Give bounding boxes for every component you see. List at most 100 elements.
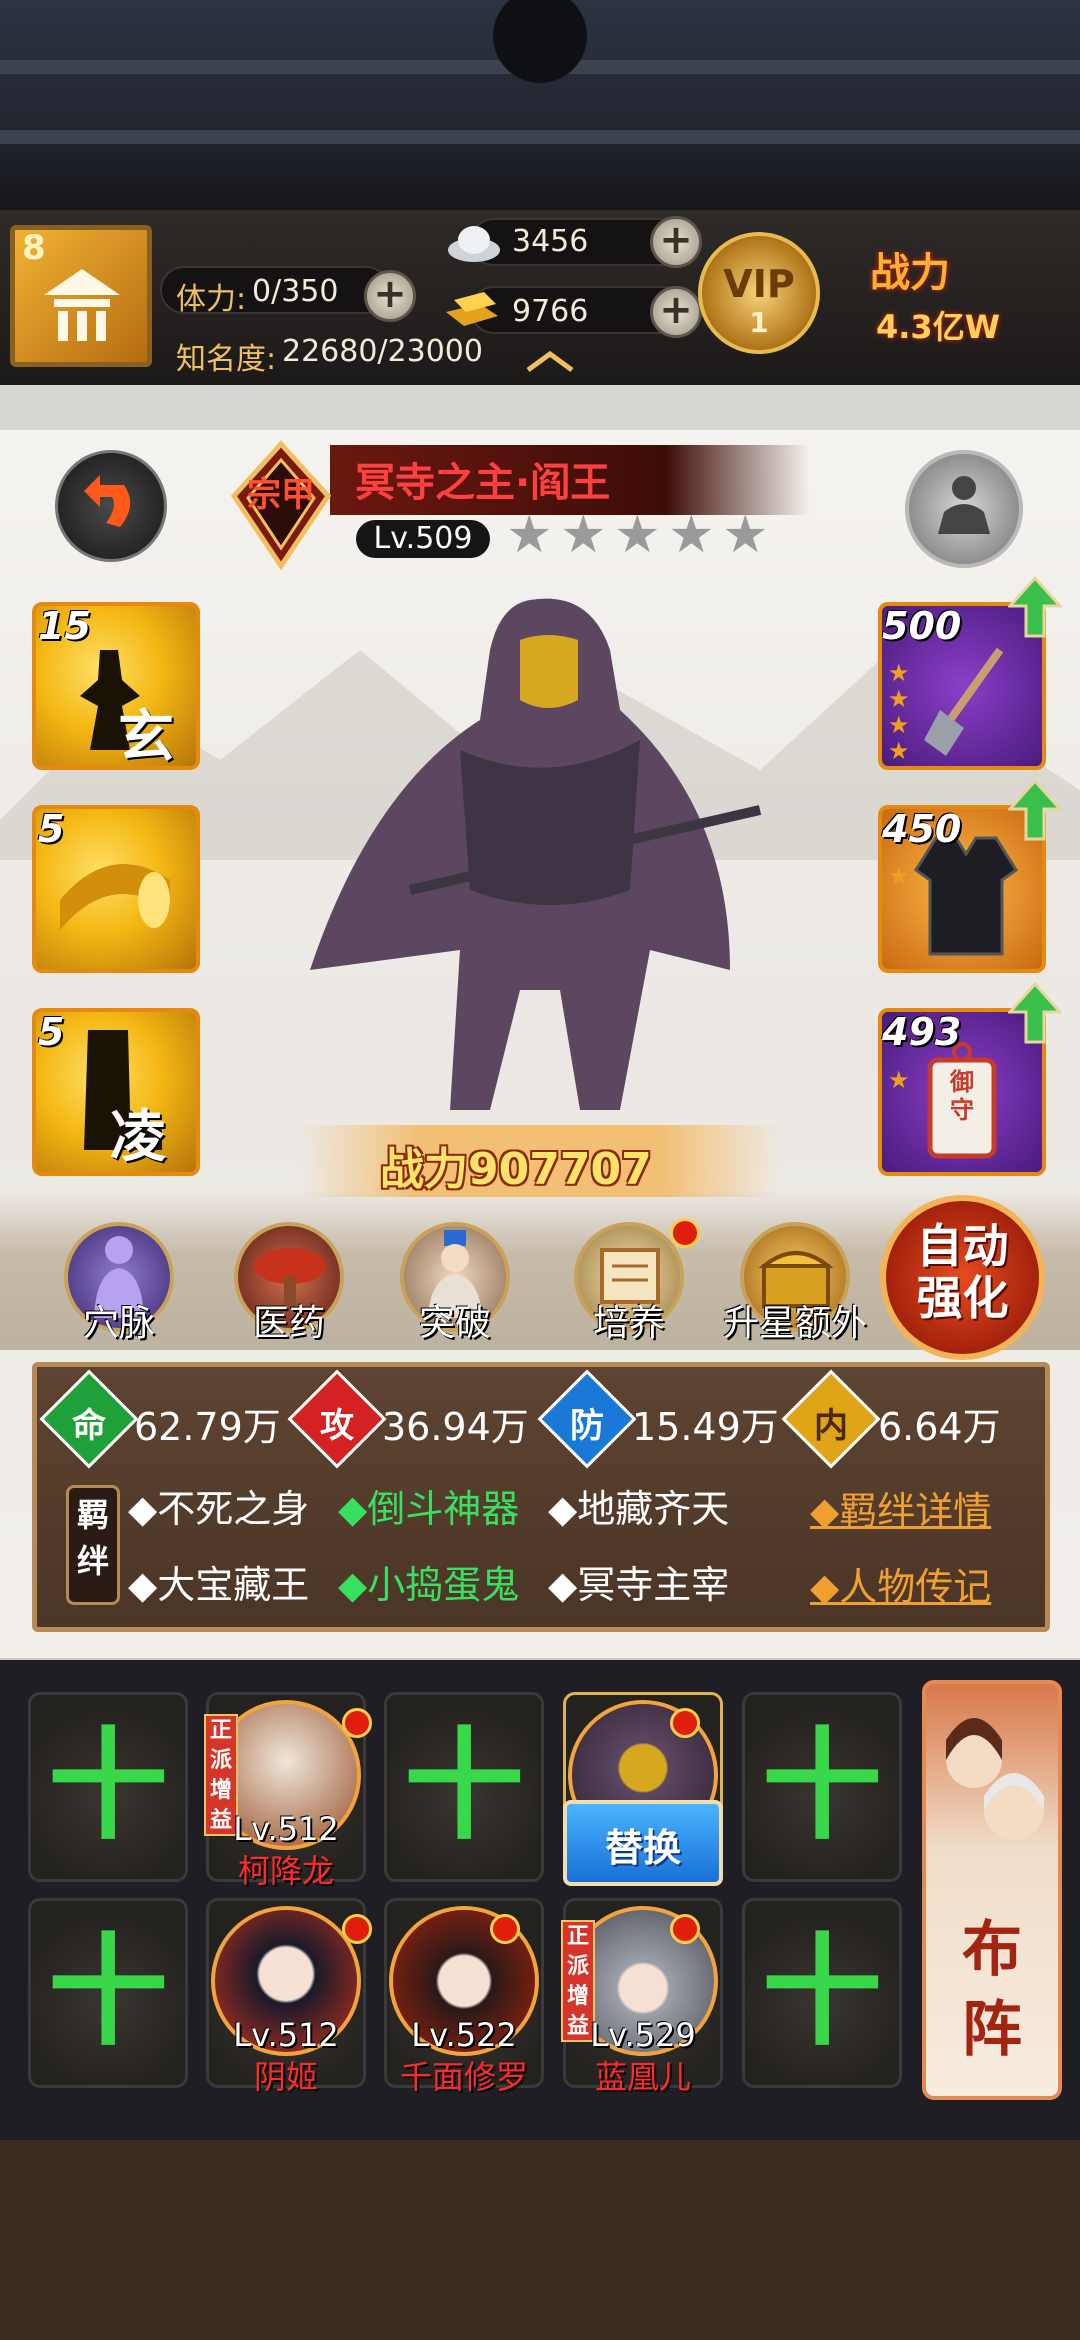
notification-dot [670, 1708, 700, 1738]
hero-name: 柯降龙 [237, 1852, 334, 1890]
feature-label: 培养 [592, 1303, 665, 1344]
add-hero-icon: 十 [48, 1717, 168, 1856]
star-icon: ★ [506, 505, 553, 565]
star-icon: ★ [668, 505, 715, 565]
skill-char: 凌 [110, 1105, 166, 1170]
separator [0, 385, 1080, 430]
hero-name: 千面修罗 [399, 2058, 528, 2096]
notification-dot [490, 1914, 520, 1944]
feature-label: 医药 [252, 1303, 325, 1344]
auto-enhance-line2: 强化 [916, 1271, 1009, 1325]
silver-ingot-icon [448, 226, 500, 262]
upgrade-arrow-icon [1008, 779, 1062, 841]
gold-bar-icon [446, 292, 498, 326]
notification-dot [670, 1914, 700, 1944]
hero-level: Lv.522 [411, 2016, 517, 2054]
gold-amount: 9766 [512, 294, 589, 329]
hero-power-label: 战力 [380, 1144, 468, 1195]
bond-item: ◆冥寺主宰 [548, 1563, 730, 1607]
player-level: 8 [22, 228, 46, 268]
shovel-icon [924, 647, 1004, 756]
pavilion-icon [44, 269, 120, 341]
hero-level: Lv.512 [233, 2016, 339, 2054]
bond-label: 羁绊 [76, 1496, 109, 1580]
add-hero-icon: 十 [404, 1717, 524, 1856]
hero-character-figure [310, 598, 762, 1110]
meditating-figure-icon [938, 476, 990, 534]
defense-value: 15.49万 [632, 1405, 779, 1449]
hero-power: 战力907707 [380, 1133, 652, 1197]
formation-heroes-icon [946, 1718, 1044, 1840]
inner-icon-char: 内 [814, 1406, 848, 1446]
feature-label: 突破 [418, 1303, 491, 1344]
total-power-value: 4.3亿W [876, 308, 1000, 346]
equipment-level: 493 [882, 1010, 962, 1054]
attack-icon-char: 攻 [320, 1406, 354, 1446]
vip-label: VIP [723, 262, 795, 306]
skill-swirl-icon [60, 864, 170, 930]
roof-decoration [0, 0, 1080, 210]
total-power-label: 战力 [870, 250, 950, 296]
silver-amount: 3456 [512, 224, 589, 259]
biography-link[interactable]: ◆人物传记 [810, 1556, 991, 1611]
roof-ornament [460, 0, 620, 120]
stamina-value: 0/350 [252, 274, 339, 309]
upgrade-arrow-icon [1008, 576, 1062, 638]
fame-label: 知名度: [176, 342, 277, 377]
bond-item-active: ◆倒斗神器 [338, 1487, 520, 1531]
bond-item: ◆地藏齐天 [548, 1487, 730, 1531]
star-icon: ★ [560, 505, 607, 565]
hero-power-value: 907707 [468, 1144, 652, 1195]
hero-level: Lv.512 [233, 1810, 339, 1848]
bond-item-active: ◆小捣蛋鬼 [338, 1563, 520, 1607]
vip-level: 1 [749, 306, 769, 339]
star-icon: ★ [614, 505, 661, 565]
replace-label: 替换 [604, 1826, 681, 1870]
formation-label: 布阵 [962, 1915, 1022, 2065]
skill-level: 5 [38, 1010, 65, 1054]
hp-value: 62.79万 [134, 1405, 281, 1449]
roof-beam [0, 130, 1080, 144]
fame-value: 22680/23000 [282, 334, 483, 369]
equipment-level: 450 [882, 807, 962, 851]
hero-name: 蓝凰儿 [594, 2058, 691, 2096]
notification-dot [342, 1708, 372, 1738]
skill-char: 玄 [118, 705, 174, 770]
add-silver-button[interactable]: + [650, 216, 702, 268]
bond-detail-link[interactable]: ◆羁绊详情 [810, 1480, 991, 1535]
defense-icon-char: 防 [570, 1406, 604, 1446]
add-stamina-button[interactable]: + [364, 270, 416, 322]
auto-enhance-label: 自动 强化 [880, 1220, 1045, 1324]
feature-label: 穴脉 [82, 1303, 155, 1344]
add-gold-button[interactable]: + [650, 286, 702, 338]
notification-dot [342, 1914, 372, 1944]
auto-enhance-line1: 自动 [916, 1219, 1009, 1273]
add-hero-icon: 十 [762, 1923, 882, 2062]
notification-dot [670, 1218, 700, 1248]
add-hero-icon: 十 [48, 1923, 168, 2062]
hero-level: Lv.529 [590, 2016, 696, 2054]
hero-name: 冥寺之主·阎王 [355, 460, 611, 506]
feature-label: 升星额外 [722, 1303, 867, 1344]
hero-name: 阴姬 [253, 2058, 318, 2096]
skill-level: 5 [38, 807, 65, 851]
hp-icon-char: 命 [72, 1406, 106, 1446]
stamina-label: 体力: [176, 282, 247, 317]
inner-value: 6.64万 [878, 1405, 1001, 1449]
equipment-stars: ★ ★ ★ ★ [888, 659, 910, 765]
bond-item: ◆不死之身 [128, 1487, 310, 1531]
bond-item: ◆大宝藏王 [128, 1563, 310, 1607]
equipment-stars: ★ [888, 1066, 910, 1094]
equipment-level: 500 [882, 604, 962, 648]
hero-level: Lv.509 [373, 521, 473, 556]
expand-chevron-icon[interactable] [520, 346, 580, 376]
hero-rank: 宗甲 [247, 475, 315, 515]
back-arrow-icon [84, 475, 131, 527]
skill-level: 15 [38, 604, 91, 648]
star-icon: ★ [722, 505, 769, 565]
charm-text: 御守 [950, 1068, 974, 1124]
add-hero-icon: 十 [762, 1717, 882, 1856]
upgrade-arrow-icon [1008, 982, 1062, 1044]
bottom-wave-background [0, 2140, 1080, 2340]
equipment-stars: ★ [888, 862, 910, 890]
